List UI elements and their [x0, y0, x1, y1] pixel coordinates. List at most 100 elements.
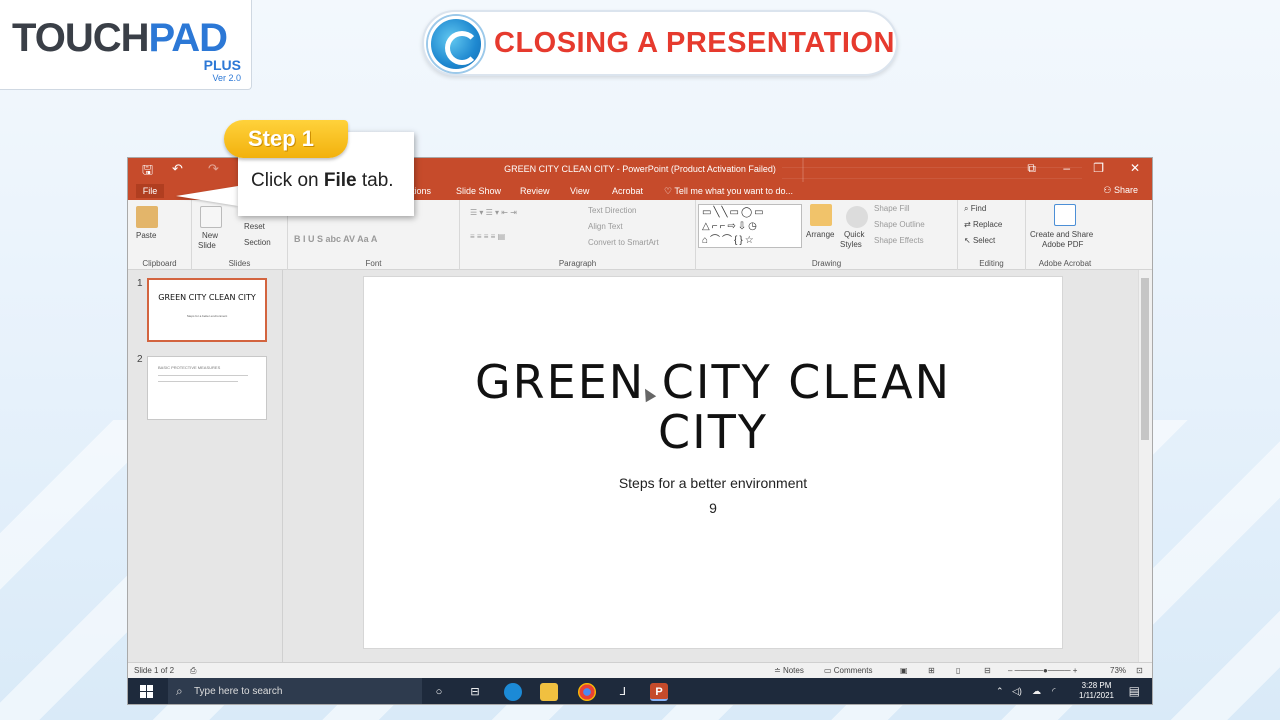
- replace-icon: ⇄: [964, 220, 973, 229]
- step-badge: Step 1: [224, 120, 348, 158]
- new-slide-button[interactable]: New: [202, 231, 218, 240]
- new-slide-label[interactable]: Slide: [198, 241, 216, 250]
- slideshow-icon[interactable]: ⊟: [984, 666, 991, 675]
- thumb-title: BASIC PROTECTIVE MEASURES: [158, 365, 221, 370]
- list-buttons[interactable]: ☰ ▾ ☰ ▾ ⇤ ⇥: [470, 208, 517, 217]
- normal-view-icon[interactable]: ▣: [900, 666, 908, 675]
- section-button[interactable]: Section: [244, 238, 271, 247]
- tab-view[interactable]: View: [570, 186, 589, 196]
- lesson-title-banner: CLOSING A PRESENTATION: [422, 10, 898, 76]
- font-format-buttons[interactable]: B I U S abc AV Aa A: [294, 234, 377, 244]
- maximize-button[interactable]: ❐: [1093, 161, 1104, 175]
- acrobat-label: Adobe Acrobat: [1038, 259, 1092, 268]
- comments-button[interactable]: ▭ Comments: [824, 666, 872, 675]
- powerpoint-taskbar-icon[interactable]: P: [650, 683, 668, 701]
- tab-slide-show[interactable]: Slide Show: [456, 186, 501, 196]
- quick-styles-label[interactable]: Styles: [840, 240, 862, 249]
- chrome-icon[interactable]: [578, 683, 596, 701]
- zoom-slider[interactable]: – ─────●──── +: [1008, 666, 1077, 675]
- pdf-icon: [1054, 204, 1076, 226]
- volume-icon[interactable]: ◁): [1012, 686, 1022, 697]
- lightbulb-icon: ♡: [664, 186, 675, 196]
- edge-icon[interactable]: [504, 683, 522, 701]
- ribbon-display-icon[interactable]: ⧉: [1027, 161, 1036, 176]
- editing-group: ⌕ Find ⇄ Replace ↖ Select Editing: [958, 200, 1026, 270]
- slides-label: Slides: [228, 259, 251, 268]
- drawing-label: Drawing: [811, 259, 842, 268]
- quick-styles-button[interactable]: Quick: [844, 230, 864, 239]
- slide-thumbnails-pane: 1 GREEN CITY CLEAN CITY Steps for a bett…: [128, 270, 283, 662]
- thumb-title: GREEN CITY CLEAN CITY: [158, 293, 256, 302]
- arrange-icon: [810, 204, 832, 226]
- slide-sorter-icon[interactable]: ⊞: [928, 666, 935, 675]
- zoom-level[interactable]: 73%: [1110, 666, 1126, 675]
- fit-slide-icon[interactable]: ⊡: [1136, 666, 1143, 675]
- windows-start-icon[interactable]: [140, 685, 153, 698]
- arrange-button[interactable]: Arrange: [806, 230, 834, 239]
- replace-button[interactable]: ⇄ Replace: [964, 220, 1002, 229]
- tell-me-box[interactable]: ♡ Tell me what you want to do...: [664, 186, 793, 197]
- notification-icon[interactable]: ▤: [1129, 684, 1140, 698]
- notes-icon: ≐: [774, 666, 783, 675]
- shape-fill-button[interactable]: Shape Fill: [874, 204, 910, 213]
- thumb-number: 1: [137, 278, 143, 289]
- create-pdf-button[interactable]: Create and Share: [1030, 230, 1093, 239]
- spellcheck-icon[interactable]: ⎙: [190, 666, 196, 676]
- text-direction-button[interactable]: Text Direction: [588, 206, 636, 215]
- comment-icon: ▭: [824, 666, 834, 675]
- tray-chevron-icon[interactable]: ⌃: [996, 686, 1004, 697]
- onedrive-icon[interactable]: ☁: [1032, 686, 1041, 697]
- shape-outline-button[interactable]: Shape Outline: [874, 220, 925, 229]
- slide-subtitle[interactable]: Steps for a better environment: [364, 475, 1062, 491]
- slide-thumbnail-1[interactable]: GREEN CITY CLEAN CITY Steps for a better…: [147, 278, 267, 342]
- windows-taskbar: ⌕ Type here to search ○ ⊟ ⅃ P ⌃ ◁) ☁ ◜ 3…: [128, 678, 1152, 704]
- create-pdf-label[interactable]: Adobe PDF: [1042, 240, 1083, 249]
- date: 1/11/2021: [1079, 691, 1114, 700]
- close-button[interactable]: ✕: [1130, 161, 1140, 175]
- convert-smartart-button[interactable]: Convert to SmartArt: [588, 238, 659, 247]
- taskbar-search[interactable]: ⌕ Type here to search: [168, 678, 422, 704]
- select-button[interactable]: ↖ Select: [964, 236, 995, 245]
- workspace: 1 GREEN CITY CLEAN CITY Steps for a bett…: [128, 270, 1152, 662]
- editing-label: Editing: [979, 259, 1004, 268]
- clipboard-group: Paste Clipboard: [128, 200, 192, 270]
- reset-button[interactable]: Reset: [244, 222, 265, 231]
- logo-brand: TOUCHPAD: [12, 16, 228, 60]
- tab-file[interactable]: File: [136, 184, 164, 198]
- clock[interactable]: 3:28 PM 1/11/2021: [1079, 681, 1114, 701]
- notes-button[interactable]: ≐ Notes: [774, 666, 804, 675]
- cortana-icon[interactable]: ○: [430, 683, 448, 701]
- network-icon[interactable]: ◜: [1052, 686, 1056, 697]
- vertical-scrollbar[interactable]: [1138, 270, 1152, 662]
- logo-version: Ver 2.0: [212, 73, 241, 83]
- shapes-gallery[interactable]: ▭╲╲▭◯▭ △⌐⌐⇨⇩◷ ⌂⌒⌒{}☆: [698, 204, 802, 248]
- slide-title[interactable]: GREEN CITY CLEAN CITY: [364, 357, 1062, 457]
- task-view-icon[interactable]: ⊟: [466, 683, 484, 701]
- find-button[interactable]: ⌕ Find: [964, 204, 986, 214]
- pointer-icon: ↖: [964, 236, 973, 245]
- logo-edition: PLUS: [203, 57, 241, 73]
- edge-logo-icon: [428, 16, 484, 72]
- reading-view-icon[interactable]: ▯: [956, 666, 960, 675]
- shape-effects-button[interactable]: Shape Effects: [874, 236, 924, 245]
- slide-number[interactable]: 9: [364, 500, 1062, 516]
- tab-acrobat[interactable]: Acrobat: [612, 186, 643, 196]
- align-buttons[interactable]: ≡ ≡ ≡ ≡ ▤: [470, 232, 505, 241]
- align-text-button[interactable]: Align Text: [588, 222, 623, 231]
- slide-canvas[interactable]: GREEN CITY CLEAN CITY Steps for a better…: [363, 276, 1063, 649]
- shapes-row: ⌂⌒⌒{}☆: [702, 235, 756, 246]
- scrollbar-thumb[interactable]: [1141, 278, 1149, 440]
- file-explorer-icon[interactable]: [540, 683, 558, 701]
- acrobat-reader-icon[interactable]: ⅃: [614, 683, 632, 701]
- share-button[interactable]: ⚇ Share: [1103, 185, 1138, 196]
- paragraph-group: ☰ ▾ ☰ ▾ ⇤ ⇥ ≡ ≡ ≡ ≡ ▤ Text Direction Ali…: [460, 200, 696, 270]
- search-icon: ⌕: [176, 684, 183, 698]
- callout-pointer: [176, 186, 238, 206]
- minimize-button[interactable]: –: [1063, 161, 1070, 175]
- slide-counter: Slide 1 of 2: [134, 666, 175, 675]
- tab-animations[interactable]: tions: [412, 186, 431, 196]
- tab-review[interactable]: Review: [520, 186, 550, 196]
- slide-thumbnail-2[interactable]: BASIC PROTECTIVE MEASURES: [147, 356, 267, 420]
- shapes-row: △⌐⌐⇨⇩◷: [702, 221, 759, 232]
- paste-button[interactable]: Paste: [136, 231, 156, 240]
